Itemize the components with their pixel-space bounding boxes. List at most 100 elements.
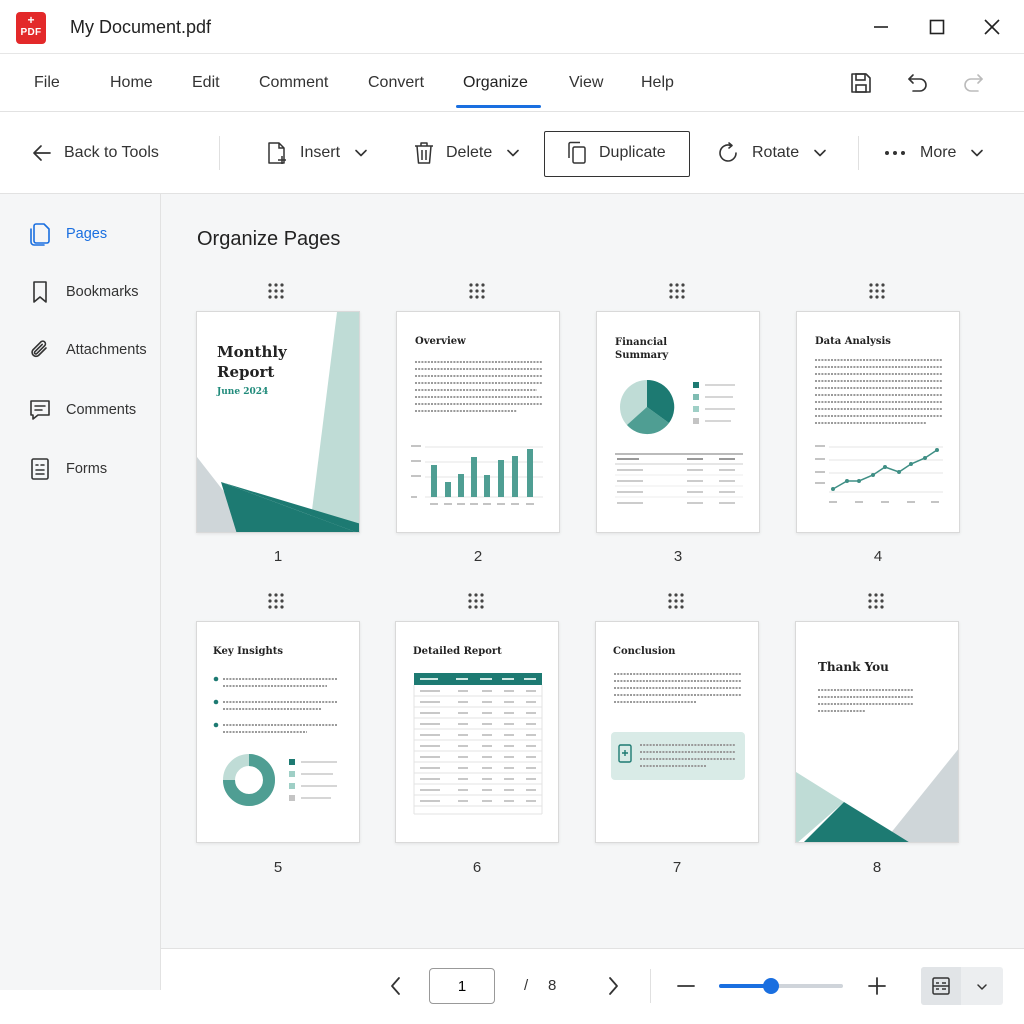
menu-view[interactable]: View: [569, 74, 603, 92]
duplicate-icon: [568, 141, 586, 164]
sidebar-item-bookmarks[interactable]: Bookmarks: [28, 278, 139, 306]
back-to-tools-button[interactable]: Back to Tools: [30, 112, 159, 194]
page-3-title: Financial Summary: [615, 337, 669, 361]
menu-file[interactable]: File: [34, 74, 60, 92]
page-number-3: 3: [673, 548, 683, 565]
arrow-left-icon: [33, 145, 51, 161]
delete-label: Delete: [446, 144, 493, 161]
back-to-tools-label: Back to Tools: [64, 144, 159, 161]
drag-handle-icon[interactable]: [267, 282, 285, 300]
sidebar-bookmarks-label: Bookmarks: [66, 284, 139, 300]
page-number-6: 6: [472, 859, 482, 876]
maximize-button[interactable]: [922, 12, 952, 42]
sidebar-comments-label: Comments: [66, 402, 137, 418]
zoom-out-icon[interactable]: [676, 976, 696, 996]
previous-page-icon[interactable]: [385, 974, 407, 998]
page-number-2: 2: [473, 548, 483, 565]
drag-handle-icon[interactable]: [668, 282, 686, 300]
redo-icon: [964, 74, 983, 92]
page-separator: /: [524, 977, 529, 994]
left-sidebar: Pages Bookmarks Attachments Comments For…: [0, 194, 161, 990]
total-pages: 8: [548, 977, 557, 994]
minimize-icon: [874, 26, 888, 28]
undo-button[interactable]: [904, 70, 930, 96]
insert-button[interactable]: Insert: [264, 112, 368, 194]
drag-handle-icon[interactable]: [468, 282, 486, 300]
pdf-app-icon: + PDF: [16, 12, 46, 44]
chevron-down-icon[interactable]: [506, 146, 520, 160]
drag-handle-icon[interactable]: [267, 592, 285, 610]
sidebar-item-forms[interactable]: Forms: [28, 455, 107, 483]
save-button[interactable]: [848, 70, 874, 96]
sidebar-item-comments[interactable]: Comments: [28, 396, 136, 424]
insert-label: Insert: [300, 144, 341, 161]
page-thumbnail-8[interactable]: Thank You: [795, 621, 959, 843]
close-button[interactable]: [977, 12, 1007, 42]
thank-you-graphic: [796, 689, 958, 842]
save-icon: [851, 73, 871, 93]
more-label: More: [920, 144, 957, 161]
zoom-in-icon[interactable]: [867, 976, 887, 996]
menu-comment[interactable]: Comment: [259, 74, 328, 92]
duplicate-label: Duplicate: [599, 144, 666, 161]
page-5-title: Key Insights: [213, 646, 284, 657]
drag-handle-icon[interactable]: [667, 592, 685, 610]
delete-button[interactable]: Delete: [412, 112, 520, 194]
menu-help[interactable]: Help: [641, 74, 674, 92]
chevron-down-icon[interactable]: [354, 146, 368, 160]
comment-icon: [30, 400, 50, 420]
logo-plus: +: [27, 13, 35, 27]
organize-pages-panel: Organize Pages Monthly Report June 2024: [161, 194, 1024, 948]
bottom-divider: [650, 969, 651, 1003]
menu-organize[interactable]: Organize: [463, 74, 528, 92]
sidebar-item-pages[interactable]: Pages: [28, 220, 107, 248]
sidebar-item-attachments[interactable]: Attachments: [28, 336, 147, 364]
current-page-input[interactable]: [429, 968, 495, 1004]
sidebar-forms-label: Forms: [66, 461, 108, 477]
redo-button[interactable]: [961, 70, 987, 96]
chevron-down-icon[interactable]: [970, 146, 984, 160]
trash-icon: [415, 142, 433, 164]
page-thumbnail-4[interactable]: Data Analysis: [796, 311, 960, 533]
page-view-icon: [932, 977, 950, 995]
insert-page-icon: [268, 142, 286, 164]
page-thumbnail-7[interactable]: Conclusion: [595, 621, 759, 843]
menu-home[interactable]: Home: [110, 74, 153, 92]
bottom-navigation-bar: / 8: [161, 948, 1024, 1024]
next-page-icon[interactable]: [602, 974, 624, 998]
page-thumbnail-2[interactable]: Overview: [396, 311, 560, 533]
drag-handle-icon[interactable]: [868, 282, 886, 300]
drag-handle-icon[interactable]: [867, 592, 885, 610]
page-thumbnail-5[interactable]: Key Insights: [196, 621, 360, 843]
page-thumbnail-1[interactable]: Monthly Report June 2024: [196, 311, 360, 533]
drag-handle-icon[interactable]: [467, 592, 485, 610]
document-title: My Document.pdf: [70, 17, 212, 37]
page-thumbnail-6[interactable]: Detailed Report: [395, 621, 559, 843]
bookmark-icon: [33, 281, 47, 303]
menu-convert[interactable]: Convert: [368, 74, 424, 92]
toolbar-divider: [219, 136, 220, 170]
undo-icon: [908, 74, 927, 92]
view-mode-button[interactable]: [921, 967, 1003, 1005]
more-button[interactable]: More: [884, 112, 984, 194]
duplicate-button[interactable]: Duplicate: [565, 112, 666, 194]
zoom-slider-handle[interactable]: [763, 978, 780, 994]
rotate-button[interactable]: Rotate: [716, 112, 827, 194]
active-tab-indicator: [456, 105, 541, 108]
form-icon: [31, 458, 49, 480]
menu-bar: File Home Edit Comment Convert Organize …: [0, 54, 1024, 112]
chevron-down-icon[interactable]: [813, 146, 827, 160]
page-thumbnail-3[interactable]: Financial Summary: [596, 311, 760, 533]
zoom-slider[interactable]: [719, 978, 843, 994]
paperclip-icon: [31, 340, 47, 358]
pages-icon: [30, 223, 50, 246]
logo-text: PDF: [20, 27, 42, 38]
more-dots-icon: [885, 151, 905, 155]
sidebar-pages-label: Pages: [66, 226, 108, 242]
chevron-down-icon[interactable]: [975, 980, 989, 994]
minimize-button[interactable]: [866, 12, 896, 42]
page-1-title: Monthly Report: [217, 343, 287, 381]
rotate-icon: [719, 142, 737, 162]
page-2-title: Overview: [415, 336, 466, 347]
menu-edit[interactable]: Edit: [192, 74, 220, 92]
